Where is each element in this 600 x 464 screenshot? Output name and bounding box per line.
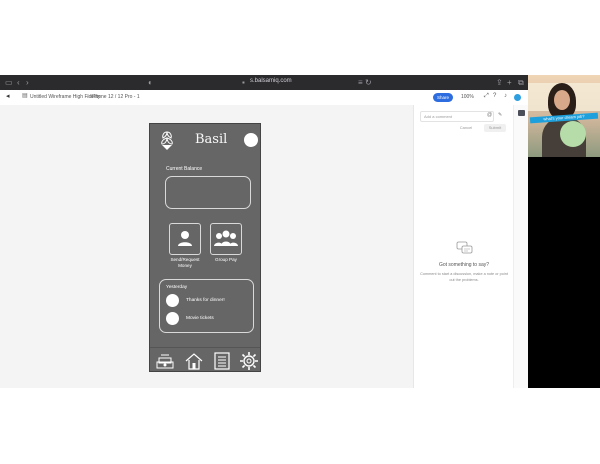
tabs-icon[interactable]: ⧉ (518, 78, 524, 87)
bell-icon[interactable]: ♪ (504, 93, 507, 99)
money-icon[interactable] (155, 351, 175, 371)
group-pay-label: Group Pay (215, 257, 237, 262)
comments-panel: Add a comment @ ✎ Cancel Submit Got some… (413, 105, 514, 388)
group-icon (214, 230, 238, 246)
comments-toggle-icon[interactable] (518, 110, 525, 116)
breadcrumb-project[interactable]: Untitled Wireframe High Fidelity (30, 94, 100, 100)
send-request-label-line2: Money (178, 263, 192, 268)
user-avatar[interactable] (514, 94, 521, 101)
url-field[interactable]: s.balsamiq.com (250, 78, 292, 84)
new-tab-icon[interactable]: + (507, 78, 512, 87)
forward-icon[interactable]: › (26, 78, 29, 87)
menu-icon[interactable]: ◂ (6, 92, 10, 100)
recent-transactions-card: Yesterday Thanks for dinner! Movie ticke… (159, 279, 254, 333)
comment-input[interactable]: Add a comment (420, 111, 494, 122)
share-icon[interactable]: ⇪ (496, 78, 503, 87)
fullscreen-icon[interactable]: ⤢ (484, 93, 489, 100)
document-icon[interactable] (212, 351, 232, 371)
editor-toolbar: ◂ ▤ Untitled Wireframe High Fidelity / i… (0, 90, 528, 106)
transaction-avatar (166, 294, 179, 307)
home-icon[interactable] (184, 351, 204, 371)
cancel-button[interactable]: Cancel (456, 124, 476, 132)
send-request-label: Send/Request Money (162, 257, 208, 269)
breadcrumb-page[interactable]: iPhone 12 / 12 Pro - 1 (91, 94, 140, 100)
transaction-item[interactable]: Thanks for dinner! (186, 298, 225, 303)
pin-icon[interactable]: ✎ (498, 112, 502, 118)
basil-leaf-logo-icon (161, 131, 173, 150)
mention-icon[interactable]: @ (487, 112, 492, 118)
back-icon[interactable]: ‹ (17, 78, 20, 87)
balance-label: Current Balance (166, 166, 203, 172)
transaction-item[interactable]: Movie tickets (186, 316, 214, 321)
share-button[interactable]: Share (433, 93, 453, 102)
person-face (554, 90, 570, 110)
bottom-tab-bar (150, 347, 260, 372)
person-icon (178, 231, 192, 246)
video-sticker (560, 121, 586, 147)
send-request-button[interactable] (169, 223, 201, 255)
lock-icon: ▪ (242, 78, 245, 87)
shield-icon: ◐ (148, 78, 153, 87)
right-sidebar (513, 105, 529, 388)
empty-state-title: Got something to say? (438, 262, 490, 268)
transaction-avatar (166, 312, 179, 325)
chat-bubbles-icon (456, 241, 473, 254)
phone-mockup[interactable]: Basil Current Balance Send/Request Money… (149, 123, 261, 372)
balance-card (165, 176, 251, 209)
app-title: Basil (195, 132, 228, 147)
profile-avatar[interactable] (244, 133, 258, 147)
sidebar-icon[interactable]: ▭ (5, 78, 13, 87)
reload-icon[interactable]: ↻ (365, 78, 372, 87)
page-icon: ▤ (22, 93, 28, 99)
group-pay-button[interactable] (210, 223, 242, 255)
empty-state-subtitle: Comment to start a discussion, make a no… (420, 272, 508, 282)
submit-button[interactable]: Submit (484, 124, 506, 132)
video-feed: what's your dream job? (528, 75, 600, 157)
reader-icon[interactable]: ≡ (358, 78, 363, 87)
browser-toolbar: ▭ ‹ › ◐ ▪ s.balsamiq.com ≡ ↻ ⇪ + ⧉ (0, 75, 528, 90)
comment-placeholder: Add a comment (424, 114, 453, 119)
gear-icon[interactable] (239, 351, 259, 371)
yesterday-label: Yesterday (166, 285, 188, 290)
zoom-select[interactable]: 100% (461, 94, 474, 100)
help-icon[interactable]: ? (493, 93, 496, 99)
breadcrumb-separator: / (87, 94, 89, 100)
